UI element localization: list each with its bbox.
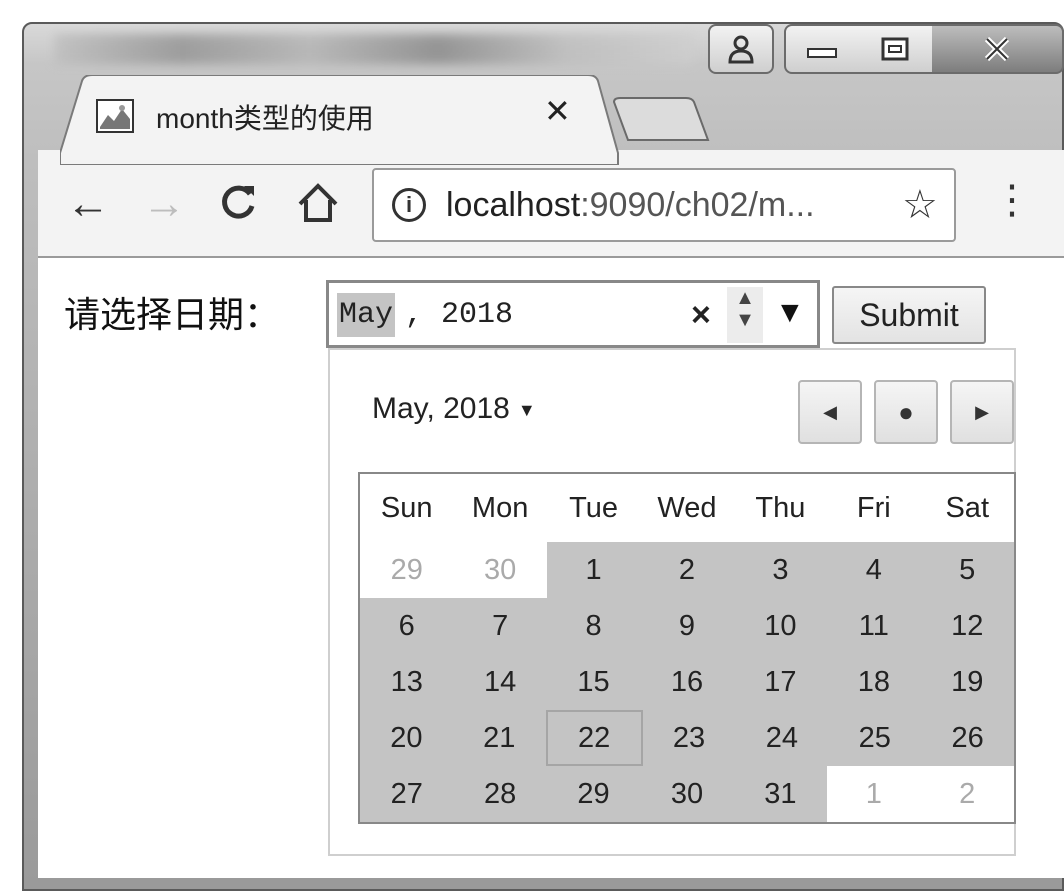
maximize-button[interactable]	[858, 24, 934, 74]
more-menu-icon[interactable]: ⋮	[992, 180, 1032, 220]
tab-title: month类型的使用	[156, 103, 374, 134]
previous-month-button[interactable]: ◀	[798, 380, 862, 444]
reload-arrow	[222, 185, 255, 219]
month-input[interactable]: May , 2018 × ▲ ▼ ▼	[326, 280, 820, 348]
home-house	[298, 183, 338, 222]
calendar-day[interactable]: 13	[360, 654, 454, 710]
calendar-day[interactable]: 6	[360, 598, 454, 654]
info-icon[interactable]: i	[392, 188, 426, 222]
calendar-day[interactable]: 28	[453, 766, 547, 822]
calendar-day[interactable]: 24	[735, 710, 829, 766]
calendar-week-row: 29 30 1 2 3 4 5	[360, 542, 1014, 598]
minimize-icon	[807, 48, 837, 58]
minimize-button[interactable]	[784, 24, 860, 74]
calendar-day[interactable]: 2	[640, 542, 734, 598]
month-segment[interactable]: May	[337, 293, 396, 337]
dropdown-arrow-icon[interactable]: ▼	[775, 291, 805, 335]
calendar-day-other-month[interactable]: 1	[827, 766, 921, 822]
calendar-week-row: 27 28 29 30 31 1 2	[360, 766, 1014, 822]
current-month-button[interactable]: ●	[874, 380, 938, 444]
weekday-thu: Thu	[755, 492, 806, 524]
month-picker-popup: May, 2018 ▼ ◀ ● ▶ Sun Mon Tue Wed Thu Fri Sat 2…	[328, 348, 1016, 856]
calendar-day-other-month[interactable]: 2	[920, 766, 1014, 822]
triangle-left-icon: ◀	[823, 401, 837, 422]
user-icon	[728, 35, 754, 64]
calendar-day[interactable]: 15	[546, 654, 641, 710]
date-label: 请选择日期：	[64, 294, 281, 335]
calendar-body: 29 30 1 2 3 4 5 6 7 8 9 10 11 12 13 14 15 16 17 18 19 20 21 22 2…	[360, 542, 1015, 822]
calendar-day[interactable]: 25	[828, 710, 922, 766]
page-content: 请选择日期： May , 2018 × ▲ ▼ ▼ Submit May, 20…	[38, 258, 1064, 878]
address-bar[interactable]: i localhost:9090/ch02/m... ☆	[372, 168, 956, 242]
calendar-day[interactable]: 26	[921, 710, 1015, 766]
picker-month-label: May, 2018	[372, 392, 510, 425]
weekday-fri: Fri	[856, 492, 891, 524]
calendar-day[interactable]: 20	[360, 710, 453, 766]
calendar-day[interactable]: 27	[360, 766, 454, 822]
calendar-grid: Sun Mon Tue Wed Thu Fri Sat 29 30 1 2 3 4 5 6 7 8 9 10 11 1…	[358, 472, 1016, 824]
calendar-day[interactable]: 11	[827, 598, 921, 654]
weekday-mon: Mon	[471, 492, 529, 524]
calendar-day[interactable]: 4	[827, 542, 921, 598]
calendar-day[interactable]: 31	[733, 766, 828, 822]
calendar-day[interactable]: 1	[546, 542, 641, 598]
tab-close-icon[interactable]: ✕	[544, 95, 571, 127]
spin-down-icon[interactable]: ▼	[727, 309, 763, 331]
back-icon[interactable]: ←	[66, 182, 110, 226]
close-window-button[interactable]	[932, 24, 1064, 74]
profile-button[interactable]	[708, 24, 774, 74]
next-month-button[interactable]: ▶	[950, 380, 1014, 444]
submit-button[interactable]: Submit	[832, 286, 986, 344]
new-tab-button[interactable]	[612, 96, 712, 146]
calendar-day[interactable]: 17	[733, 654, 828, 710]
clear-icon[interactable]: ×	[691, 293, 711, 337]
triangle-right-icon: ▶	[975, 401, 989, 422]
calendar-day[interactable]: 7	[453, 598, 547, 654]
calendar-day[interactable]: 21	[452, 710, 546, 766]
calendar-day[interactable]: 22	[545, 710, 643, 766]
url-host: localhost	[446, 186, 581, 224]
dot-icon: ●	[898, 396, 914, 427]
calendar-day[interactable]: 29	[546, 766, 641, 822]
calendar-day[interactable]: 8	[546, 598, 641, 654]
reload-icon[interactable]	[218, 182, 258, 230]
caret-down-icon: ▼	[517, 399, 536, 420]
url-text: localhost:9090/ch02/m...	[446, 186, 815, 225]
calendar-day[interactable]: 5	[920, 542, 1014, 598]
title-bar-blur	[54, 34, 694, 64]
calendar-day[interactable]: 14	[453, 654, 547, 710]
spinner-control[interactable]: ▲ ▼	[727, 287, 763, 343]
spin-up-icon[interactable]: ▲	[727, 287, 763, 309]
maximize-icon	[881, 37, 909, 61]
calendar-day-other-month[interactable]: 29	[360, 542, 454, 598]
calendar-day[interactable]: 12	[920, 598, 1014, 654]
calendar-day[interactable]: 30	[640, 766, 734, 822]
forward-icon[interactable]: →	[142, 182, 186, 226]
calendar-day[interactable]: 3	[733, 542, 828, 598]
calendar-day[interactable]: 23	[642, 710, 736, 766]
calendar-day[interactable]: 18	[827, 654, 921, 710]
calendar-week-row: 6 7 8 9 10 11 12	[360, 598, 1014, 654]
url-path: :9090/ch02/m...	[580, 186, 815, 224]
home-icon[interactable]	[296, 182, 340, 232]
weekday-sat: Sat	[945, 492, 989, 524]
weekday-tue: Tue	[569, 492, 618, 524]
close-icon	[984, 36, 1010, 62]
browser-tab[interactable]: month类型的使用 ✕	[60, 75, 620, 165]
picker-month-selector[interactable]: May, 2018 ▼	[372, 392, 536, 426]
weekday-header: Sun Mon Tue Wed Thu Fri Sat	[360, 474, 1014, 542]
weekday-wed: Wed	[657, 492, 717, 524]
calendar-day[interactable]: 19	[920, 654, 1014, 710]
calendar-day-other-month[interactable]: 30	[453, 542, 547, 598]
calendar-day[interactable]: 10	[733, 598, 828, 654]
calendar-day[interactable]: 9	[640, 598, 734, 654]
calendar-day[interactable]: 16	[640, 654, 734, 710]
page-favicon-icon	[96, 99, 134, 133]
year-segment[interactable]: , 2018	[405, 293, 513, 337]
calendar-week-row: 13 14 15 16 17 18 19	[360, 654, 1014, 710]
weekday-sun: Sun	[380, 492, 433, 524]
browser-toolbar: ← → i localhost:9090/ch02/m... ☆ ⋮	[38, 150, 1064, 258]
calendar-week-row: 20 21 22 23 24 25 26	[360, 710, 1015, 766]
bookmark-star-icon[interactable]: ☆	[902, 182, 938, 228]
